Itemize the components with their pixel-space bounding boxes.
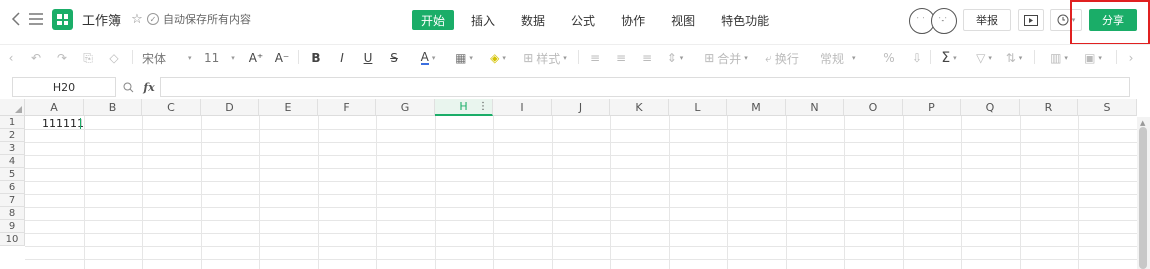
align-center-icon[interactable]: ≡ (614, 50, 628, 66)
column-header[interactable]: B (84, 99, 142, 116)
column-header[interactable]: J (552, 99, 610, 116)
column-header[interactable]: L (669, 99, 727, 116)
document-title[interactable]: 工作簿 (82, 10, 121, 29)
font-size-select[interactable]: 11 ▾ (204, 50, 238, 66)
name-box[interactable]: H20 (12, 77, 116, 97)
redo-icon[interactable]: ↷ (54, 50, 70, 66)
italic-button[interactable]: I (334, 50, 350, 66)
formula-input[interactable] (160, 77, 1130, 97)
sum-button[interactable]: Σ ▾ (936, 50, 962, 66)
percent-format-icon[interactable]: % (880, 50, 898, 66)
report-button[interactable]: 举报 (963, 9, 1011, 31)
function-icon[interactable]: fx (141, 78, 157, 96)
scrollbar-thumb[interactable] (1139, 127, 1147, 269)
tab-view[interactable]: 视图 (662, 10, 704, 30)
check-circle-icon: ✓ (147, 13, 159, 25)
tab-formula[interactable]: 公式 (562, 10, 604, 30)
save-status: 自动保存所有内容 (163, 13, 251, 26)
bold-button[interactable]: B (308, 50, 324, 66)
formula-bar: H20 fx (0, 77, 1150, 99)
row-header[interactable]: 9 (0, 220, 25, 233)
row-header[interactable]: 8 (0, 207, 25, 220)
increase-font-button[interactable]: A⁺ (248, 50, 264, 66)
column-header[interactable]: O (844, 99, 903, 116)
column-header[interactable]: K (610, 99, 669, 116)
top-bar: 工作簿 ☆ ✓ 自动保存所有内容 开始 插入 数据 公式 协作 视图 特色功能 … (0, 0, 1150, 45)
strikethrough-button[interactable]: S (386, 50, 402, 66)
column-header[interactable]: R (1020, 99, 1078, 116)
row-header[interactable]: 1 (0, 116, 25, 129)
column-header[interactable]: F (318, 99, 376, 116)
zoom-icon[interactable] (121, 80, 135, 94)
column-header[interactable]: M (727, 99, 786, 116)
video-icon[interactable] (1018, 9, 1044, 31)
row-header[interactable]: 5 (0, 168, 25, 181)
chart-icon[interactable]: ▥ ▾ (1046, 50, 1072, 66)
row-header[interactable]: 2 (0, 129, 25, 142)
sort-icon[interactable]: ⇅ ▾ (1002, 50, 1026, 66)
column-header[interactable]: P (903, 99, 961, 116)
tab-collaborate[interactable]: 协作 (612, 10, 654, 30)
toolbar-scroll-right-icon[interactable]: › (1126, 50, 1136, 66)
cell-style-button[interactable]: ⊞ 样式 ▾ (520, 50, 570, 66)
cell-a1[interactable]: 111111 (26, 117, 84, 130)
decrease-font-button[interactable]: A⁻ (274, 50, 290, 66)
star-icon[interactable]: ☆ (130, 11, 144, 27)
row-header[interactable]: 4 (0, 155, 25, 168)
column-header[interactable]: I (493, 99, 552, 116)
back-icon[interactable] (8, 10, 24, 28)
avatar[interactable]: ˙-˙ (931, 8, 957, 34)
align-left-icon[interactable]: ≡ (588, 50, 602, 66)
border-icon[interactable]: ▦ ▾ (450, 50, 478, 66)
column-header[interactable]: E (259, 99, 318, 116)
filter-icon[interactable]: ▽ ▾ (972, 50, 996, 66)
fill-color-icon[interactable]: ◈ ▾ (484, 50, 512, 66)
tab-special[interactable]: 特色功能 (712, 10, 778, 30)
number-format-select[interactable]: 常规 ▾ (820, 50, 866, 66)
column-header[interactable]: D (201, 99, 259, 116)
image-icon[interactable]: ▣ ▾ (1080, 50, 1106, 66)
share-button[interactable]: 分享 (1089, 9, 1137, 31)
toolbar-scroll-left-icon[interactable]: ‹ (6, 50, 16, 66)
tab-insert[interactable]: 插入 (462, 10, 504, 30)
more-options-icon[interactable]: ⋮ (478, 101, 488, 112)
column-header[interactable]: C (142, 99, 201, 116)
select-all-corner[interactable] (0, 99, 25, 116)
menu-icon[interactable] (28, 10, 44, 28)
merge-button[interactable]: ⊞ 合并 ▾ (702, 50, 750, 66)
column-header[interactable]: Q (961, 99, 1020, 116)
row-header[interactable]: 6 (0, 181, 25, 194)
sheet-logo-icon (52, 9, 73, 30)
format-painter-icon[interactable]: ⎘ (80, 50, 96, 66)
vertical-align-icon[interactable]: ⇕ ▾ (664, 50, 686, 66)
font-family-select[interactable]: 宋体 ▾ (142, 50, 194, 66)
scroll-up-icon[interactable]: ▲ (1140, 119, 1145, 127)
column-header[interactable]: G (376, 99, 435, 116)
tab-data[interactable]: 数据 (512, 10, 554, 30)
column-header[interactable]: A (25, 99, 84, 116)
column-header[interactable]: N (786, 99, 844, 116)
ribbon-tabs: 开始 插入 数据 公式 协作 视图 特色功能 (412, 10, 786, 30)
row-header[interactable]: 7 (0, 194, 25, 207)
decimal-icon[interactable]: ⇩ (910, 50, 924, 66)
column-header[interactable]: S (1078, 99, 1137, 116)
align-right-icon[interactable]: ≡ (640, 50, 654, 66)
row-header[interactable]: 3 (0, 142, 25, 155)
font-color-button[interactable]: A ▾ (414, 50, 442, 66)
underline-button[interactable]: U (360, 50, 376, 66)
tab-start[interactable]: 开始 (412, 10, 455, 30)
undo-icon[interactable]: ↶ (28, 50, 44, 66)
row-header[interactable]: 10 (0, 233, 25, 246)
wrap-text-button[interactable]: ⤶ 换行 (762, 50, 802, 66)
clear-format-icon[interactable]: ◇ (106, 50, 122, 66)
spreadsheet-grid: A B C D E F G H ⋮ I J K L M N O P Q R S 1… (0, 99, 1150, 269)
column-header-selected[interactable]: H ⋮ (435, 99, 493, 116)
